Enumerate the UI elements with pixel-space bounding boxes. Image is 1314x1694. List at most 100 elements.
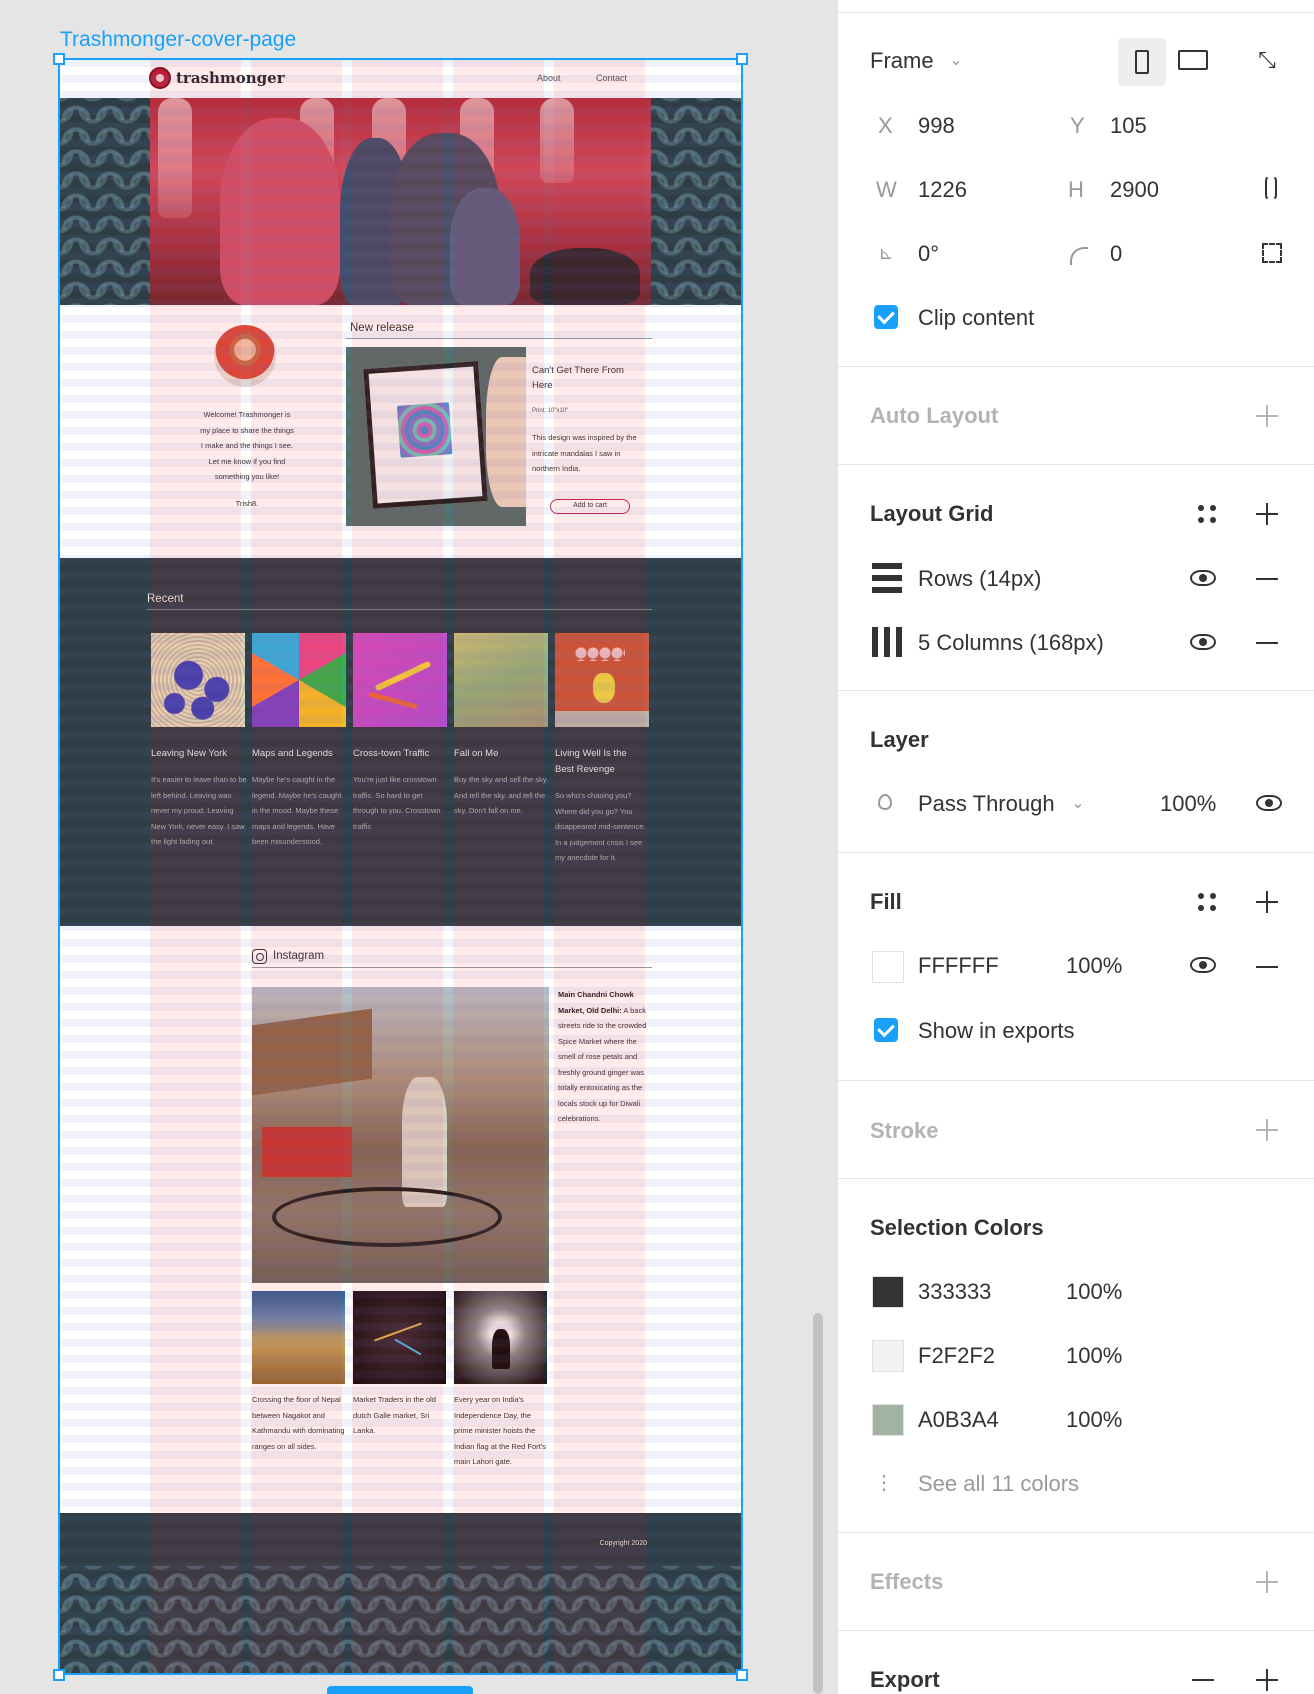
add-fill-icon[interactable] (1256, 891, 1278, 913)
remove-fill-icon[interactable] (1256, 966, 1278, 968)
landscape-orientation-button[interactable] (1178, 50, 1208, 70)
selection-color-hex[interactable]: F2F2F2 (918, 1343, 995, 1369)
recent-tile-image[interactable] (252, 633, 346, 727)
layout-grid-heading: Layout Grid (870, 501, 994, 526)
constrain-proportions-icon[interactable] (1265, 175, 1277, 201)
add-layout-grid-icon[interactable] (1256, 503, 1278, 525)
frame-type-dropdown[interactable]: Frame (870, 48, 934, 74)
site-logo-text: trashmonger (176, 69, 285, 87)
y-input[interactable]: 105 (1110, 113, 1147, 139)
add-effect-icon[interactable] (1256, 1571, 1278, 1593)
h-input[interactable]: 2900 (1110, 177, 1159, 203)
instagram-thumb-caption: Market Traders in the old dutch Galle ma… (353, 1395, 436, 1435)
add-auto-layout-icon[interactable] (1256, 405, 1278, 427)
remove-export-icon[interactable] (1192, 1679, 1214, 1681)
y-label: Y (1070, 113, 1085, 138)
trashmonger-frame[interactable]: trashmonger About Contact Welcome! Trash… (59, 59, 742, 1674)
add-export-icon[interactable] (1256, 1669, 1278, 1691)
design-canvas[interactable]: Trashmonger-cover-page trashmonger About… (0, 0, 837, 1694)
divider (838, 1532, 1314, 1533)
mandala-artwork (396, 402, 453, 458)
clip-content-checkbox[interactable] (874, 305, 898, 329)
resize-handle[interactable] (736, 1669, 748, 1681)
eye-icon[interactable] (1190, 957, 1216, 973)
see-all-colors-link[interactable]: See all 11 colors (918, 1471, 1079, 1497)
recent-tile-image[interactable] (454, 633, 548, 727)
clip-content-label[interactable]: Clip content (918, 305, 1034, 331)
heading-divider (252, 967, 652, 968)
selection-color-swatch[interactable] (872, 1404, 904, 1436)
recent-tile-image[interactable] (555, 633, 649, 727)
corner-radius-icon (1070, 247, 1088, 265)
selection-color-hex[interactable]: 333333 (918, 1279, 991, 1305)
instagram-thumb-photo[interactable] (353, 1291, 446, 1384)
recent-item-title[interactable]: Leaving New York (151, 746, 251, 762)
resize-handle[interactable] (53, 1669, 65, 1681)
instagram-thumb-photo[interactable] (252, 1291, 345, 1384)
selection-color-hex[interactable]: A0B3A4 (918, 1407, 999, 1433)
layer-opacity-input[interactable]: 100% (1160, 791, 1216, 817)
show-in-exports-checkbox[interactable] (874, 1018, 898, 1042)
properties-panel: Frame ⌄ ⤡ X 998 Y 105 W 1226 H 2900 ⊾ 0°… (837, 0, 1314, 1694)
add-stroke-icon[interactable] (1256, 1119, 1278, 1141)
chevron-down-icon[interactable]: ⌄ (946, 50, 966, 70)
instagram-heading: Instagram (273, 950, 325, 962)
welcome-text: Welcome! Trashmonger is my place to shar… (200, 410, 294, 481)
rotation-input[interactable]: 0° (918, 241, 939, 267)
blend-mode-icon (878, 794, 892, 810)
divider (838, 1080, 1314, 1081)
rotation-icon: ⊾ (878, 242, 894, 263)
columns-grid-label[interactable]: 5 Columns (168px) (918, 630, 1104, 656)
eye-icon[interactable] (1190, 634, 1216, 650)
instagram-thumb-photo[interactable] (454, 1291, 547, 1384)
blend-mode-dropdown[interactable]: Pass Through (918, 791, 1055, 817)
x-input[interactable]: 998 (918, 113, 955, 139)
recent-item-title[interactable]: Fall on Me (454, 746, 554, 762)
fill-opacity-input[interactable]: 100% (1066, 953, 1122, 979)
selection-color-opacity[interactable]: 100% (1066, 1407, 1122, 1433)
logo-icon (149, 67, 171, 89)
remove-grid-icon[interactable] (1256, 642, 1278, 644)
recent-tile-image[interactable] (151, 633, 245, 727)
instagram-main-photo[interactable] (252, 987, 549, 1283)
fill-color-swatch[interactable] (872, 951, 904, 983)
fill-styles-icon[interactable] (1198, 893, 1216, 911)
fill-hex-input[interactable]: FFFFFF (918, 953, 999, 979)
show-in-exports-label[interactable]: Show in exports (918, 1018, 1075, 1044)
selection-color-opacity[interactable]: 100% (1066, 1279, 1122, 1305)
independent-corners-icon[interactable] (1262, 243, 1282, 263)
nav-about-link[interactable]: About (537, 73, 561, 83)
frame-name-label[interactable]: Trashmonger-cover-page (60, 28, 296, 52)
divider (838, 1630, 1314, 1631)
add-to-cart-button[interactable]: Add to cart (550, 499, 630, 514)
recent-item-title[interactable]: Cross-town Traffic (353, 746, 453, 762)
portrait-orientation-button[interactable] (1118, 38, 1166, 86)
new-release-photo (346, 347, 526, 526)
columns-grid-icon[interactable] (872, 627, 902, 657)
nav-contact-link[interactable]: Contact (596, 73, 627, 83)
resize-handle[interactable] (736, 53, 748, 65)
recent-item-desc: You're just like crosstown traffic. So h… (353, 775, 441, 831)
canvas-bottom-tab[interactable] (327, 1686, 473, 1694)
resize-handle[interactable] (53, 53, 65, 65)
signoff-text: Trish8. (235, 499, 259, 508)
selection-color-swatch[interactable] (872, 1276, 904, 1308)
selection-color-opacity[interactable]: 100% (1066, 1343, 1122, 1369)
recent-item-title[interactable]: Maps and Legends (252, 746, 352, 762)
w-input[interactable]: 1226 (918, 177, 967, 203)
corner-radius-input[interactable]: 0 (1110, 241, 1122, 267)
rows-grid-icon[interactable] (872, 563, 902, 593)
rows-grid-label[interactable]: Rows (14px) (918, 566, 1041, 592)
more-colors-icon: ⋮ (874, 1471, 894, 1494)
grid-styles-icon[interactable] (1198, 505, 1216, 523)
recent-tile-image[interactable] (353, 633, 447, 727)
remove-grid-icon[interactable] (1256, 578, 1278, 580)
eye-icon[interactable] (1256, 795, 1282, 811)
eye-icon[interactable] (1190, 570, 1216, 586)
canvas-scrollbar[interactable] (813, 1313, 823, 1694)
chevron-down-icon[interactable]: ⌄ (1068, 793, 1088, 813)
instagram-icon (252, 949, 267, 964)
collapse-icon[interactable]: ⤡ (1251, 44, 1283, 76)
selection-color-swatch[interactable] (872, 1340, 904, 1372)
recent-item-title[interactable]: Living Well Is the Best Revenge (555, 746, 645, 777)
